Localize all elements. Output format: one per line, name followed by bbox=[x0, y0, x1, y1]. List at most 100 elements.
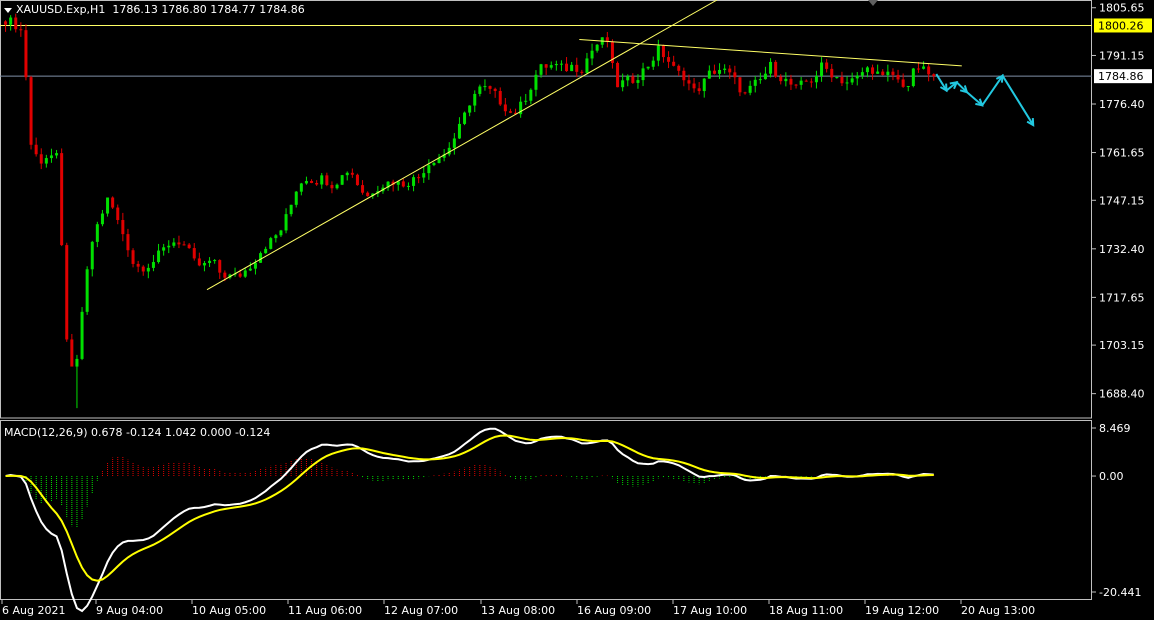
candle-body bbox=[172, 242, 176, 246]
time-axis-label: 13 Aug 08:00 bbox=[481, 604, 555, 617]
candle-body bbox=[621, 80, 625, 88]
candle-body bbox=[44, 158, 48, 164]
candle-body bbox=[432, 163, 436, 166]
candle-body bbox=[304, 180, 308, 184]
candle-body bbox=[340, 175, 344, 185]
candle-body bbox=[289, 204, 293, 215]
candle-body bbox=[9, 17, 13, 25]
candle-body bbox=[478, 86, 482, 94]
candle-body bbox=[412, 177, 416, 186]
candle-body bbox=[697, 88, 701, 92]
candle-body bbox=[116, 207, 120, 221]
candle-body bbox=[692, 83, 696, 89]
chevron-down-icon[interactable] bbox=[4, 7, 12, 13]
candle-body bbox=[218, 260, 222, 273]
candle-body bbox=[330, 185, 334, 189]
candle-body bbox=[468, 105, 472, 113]
time-axis-label: 6 Aug 2021 bbox=[2, 604, 65, 617]
candle-body bbox=[554, 63, 558, 66]
candle-body bbox=[70, 339, 74, 367]
candle-body bbox=[463, 112, 467, 124]
price-axis-label: 1761.65 bbox=[1099, 147, 1145, 160]
candle-body bbox=[90, 241, 94, 270]
candle-body bbox=[916, 68, 920, 70]
candle-body bbox=[243, 270, 247, 277]
candle-body bbox=[544, 64, 548, 68]
candle-body bbox=[335, 184, 339, 189]
candle-body bbox=[667, 57, 671, 62]
candle-body bbox=[299, 183, 303, 192]
candle-body bbox=[162, 247, 166, 251]
chart-canvas[interactable]: 1805.65 1791.15 1776.40 1761.65 1747.15 1732.… bbox=[0, 0, 1154, 620]
candle-body bbox=[763, 73, 767, 80]
candle-body bbox=[345, 172, 349, 176]
candle-body bbox=[294, 191, 298, 205]
price-axis-label: 1747.15 bbox=[1099, 194, 1145, 207]
candle-body bbox=[728, 68, 732, 73]
candle-body bbox=[595, 44, 599, 51]
candle-body bbox=[483, 86, 487, 88]
macd-axis-label: -20.441 bbox=[1099, 586, 1141, 599]
candle-body bbox=[641, 68, 645, 81]
candle-body bbox=[774, 61, 778, 77]
candle-body bbox=[75, 358, 79, 367]
candle-body bbox=[100, 213, 104, 225]
candle-body bbox=[284, 214, 288, 231]
candle-body bbox=[906, 86, 910, 88]
candle-body bbox=[707, 70, 711, 79]
candle-body bbox=[590, 50, 594, 59]
candle-body bbox=[524, 100, 528, 102]
candle-body bbox=[197, 258, 201, 266]
candle-body bbox=[111, 197, 115, 208]
candle-body bbox=[488, 86, 492, 89]
candle-body bbox=[758, 79, 762, 81]
candle-body bbox=[570, 64, 574, 72]
candle-body bbox=[29, 77, 33, 145]
candle-body bbox=[39, 154, 43, 164]
candle-body bbox=[886, 71, 890, 75]
macd-label: MACD(12,26,9) 0.678 -0.124 1.042 0.000 -… bbox=[4, 426, 271, 439]
candle-body bbox=[835, 77, 839, 79]
candle-body bbox=[177, 242, 181, 245]
candle-body bbox=[932, 74, 936, 77]
candle-body bbox=[24, 30, 28, 78]
candle-body bbox=[804, 80, 808, 82]
candle-body bbox=[366, 192, 370, 197]
candle-body bbox=[840, 77, 844, 84]
candle-body bbox=[146, 267, 150, 272]
candle-body bbox=[136, 263, 140, 267]
candle-body bbox=[865, 67, 869, 73]
candle-body bbox=[718, 69, 722, 74]
price-axis-label: 1717.65 bbox=[1099, 291, 1145, 304]
forecast-path[interactable] bbox=[935, 73, 1035, 126]
candle-body bbox=[820, 62, 824, 77]
time-axis-label: 20 Aug 13:00 bbox=[961, 604, 1035, 617]
candle-body bbox=[605, 37, 609, 42]
candle-body bbox=[248, 268, 252, 271]
candle-body bbox=[264, 248, 268, 254]
candle-body bbox=[896, 74, 900, 80]
candle-body bbox=[860, 72, 864, 76]
candle-body bbox=[187, 244, 191, 249]
candle-body bbox=[192, 248, 196, 259]
candle-body bbox=[427, 165, 431, 174]
price-axis-label: 1805.65 bbox=[1099, 2, 1145, 15]
candle-body bbox=[106, 197, 110, 214]
candle-body bbox=[355, 174, 359, 186]
chart-header: XAUUSD.Exp,H1 1786.13 1786.80 1784.77 17… bbox=[4, 3, 305, 16]
candle-body bbox=[661, 45, 665, 58]
candle-body bbox=[784, 78, 788, 82]
current-bar-marker-icon bbox=[868, 0, 878, 6]
macd-axis-label: 8.469 bbox=[1099, 422, 1131, 435]
candle-body bbox=[901, 79, 905, 87]
candle-body bbox=[575, 64, 579, 72]
candle-body bbox=[274, 235, 278, 239]
candle-body bbox=[672, 61, 676, 66]
candle-body bbox=[830, 68, 834, 78]
candle-body bbox=[60, 153, 64, 246]
candle-body bbox=[65, 245, 69, 340]
candle-body bbox=[769, 61, 773, 74]
macd-line bbox=[5, 427, 934, 613]
candle-body bbox=[651, 60, 655, 67]
candle-body bbox=[687, 80, 691, 84]
